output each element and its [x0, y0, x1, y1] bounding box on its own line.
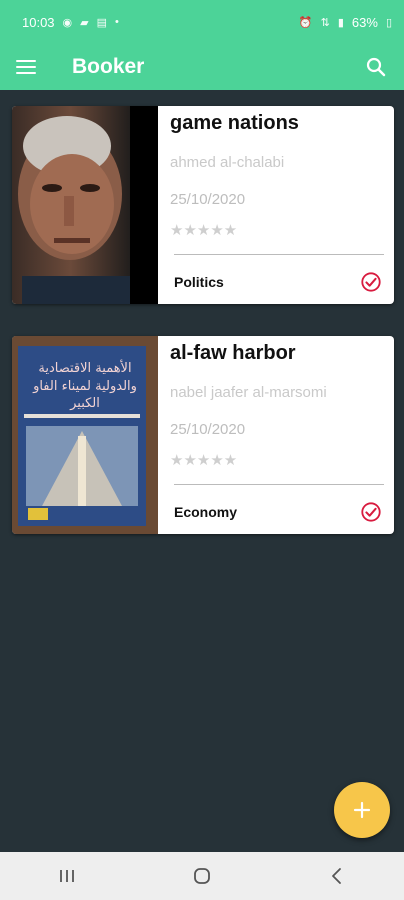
check-circle-icon[interactable]	[360, 501, 382, 523]
check-circle-icon[interactable]	[360, 271, 382, 293]
book-date: 25/10/2020	[170, 191, 246, 208]
status-time: 10:03	[22, 14, 55, 30]
back-icon[interactable]	[317, 856, 357, 896]
status-bar: 10:03 ◉ ▰ ▤ • ⏰ ⇅ ▮ 63% ▯	[0, 0, 404, 44]
app-title: Booker	[72, 55, 145, 78]
book-author: ahmed al-chalabi	[170, 154, 285, 171]
menu-icon[interactable]	[16, 55, 40, 79]
alarm-icon: ⏰	[298, 16, 313, 29]
rating-stars[interactable]: ★★★★★	[170, 451, 237, 469]
book-title: game nations	[170, 112, 299, 134]
book-cover-image: الأهمية الاقتصادية والدولية لميناء الفاو…	[12, 336, 158, 534]
divider	[174, 484, 384, 485]
book-category: Politics	[174, 274, 224, 290]
status-right: ⏰ ⇅ ▮ 63% ▯	[299, 15, 392, 30]
book-title: al-faw harbor	[170, 342, 296, 364]
book-cover-image	[12, 106, 158, 304]
home-icon[interactable]	[182, 856, 222, 896]
book-category: Economy	[174, 504, 238, 520]
recents-icon[interactable]	[47, 856, 87, 896]
status-left: 10:03 ◉ ▰ ▤ •	[22, 15, 119, 30]
rating-stars[interactable]: ★★★★★	[170, 221, 237, 239]
battery-icon: ▯	[385, 16, 392, 29]
app-bar: Booker	[0, 44, 404, 90]
book-author: nabel jaafer al-marsomi	[170, 384, 327, 401]
system-nav-bar	[0, 852, 404, 900]
dot-icon: •	[115, 16, 119, 28]
news-icon: ▤	[96, 16, 108, 29]
message-icon: ▰	[80, 16, 89, 29]
book-date: 25/10/2020	[170, 421, 246, 438]
book-details: al-faw harbor nabel jaafer al-marsomi 25…	[170, 336, 394, 534]
search-icon[interactable]	[364, 55, 388, 79]
divider	[174, 254, 384, 255]
messenger-icon: ◉	[62, 16, 73, 29]
battery-level: 63%	[351, 14, 378, 30]
portrait-image	[18, 106, 158, 304]
book-details: game nations ahmed al-chalabi 25/10/2020…	[170, 106, 394, 304]
cover-title: الأهمية الاقتصادية والدولية لميناء الفاو…	[33, 361, 137, 412]
add-book-button[interactable]	[334, 782, 390, 838]
wifi-icon: ⇅	[320, 16, 330, 29]
signal-icon: ▮	[337, 16, 344, 29]
book-card[interactable]: game nations ahmed al-chalabi 25/10/2020…	[12, 106, 394, 304]
book-card[interactable]: الأهمية الاقتصادية والدولية لميناء الفاو…	[12, 336, 394, 534]
plus-icon	[353, 801, 371, 819]
